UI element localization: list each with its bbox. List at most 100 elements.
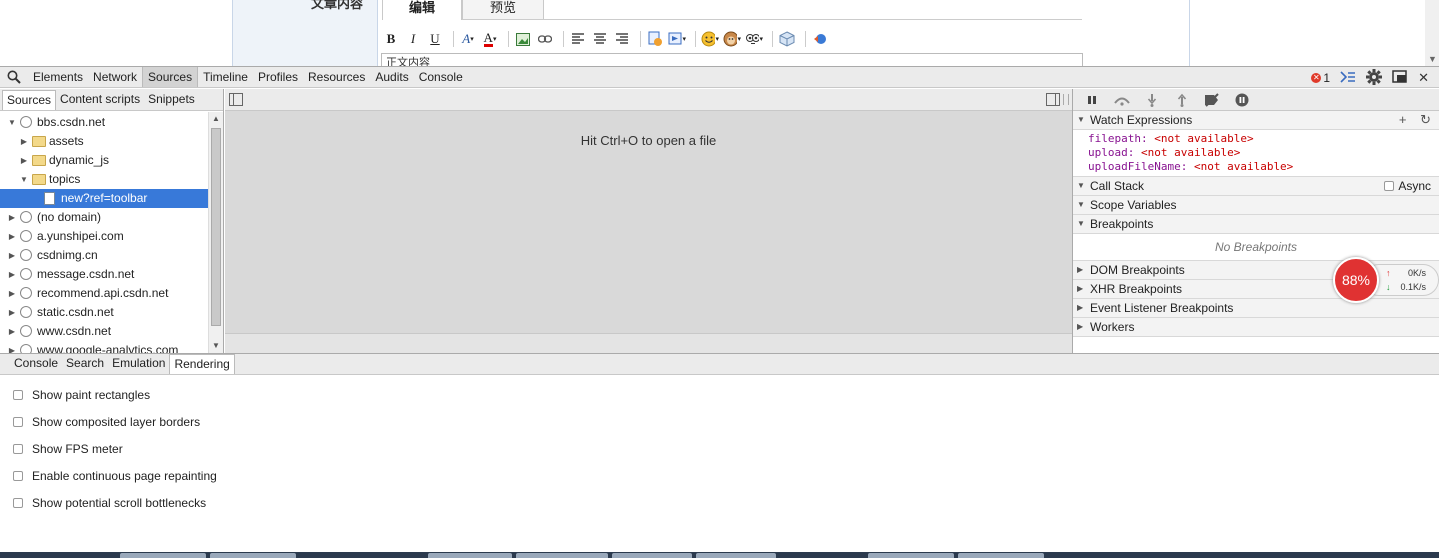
taskbar-button[interactable] <box>210 553 296 558</box>
taskbar-button[interactable] <box>428 553 512 558</box>
page-scrollbar[interactable]: ▼ <box>1425 0 1439 66</box>
emoji-monkey-icon[interactable]: ▾ <box>723 30 741 48</box>
align-right-icon[interactable] <box>613 30 631 48</box>
option-scroll-bottlenecks[interactable]: Show potential scroll bottlenecks <box>13 495 206 511</box>
resize-grip-icon[interactable] <box>1063 94 1069 105</box>
step-over-icon[interactable] <box>1111 92 1133 108</box>
taskbar-button[interactable] <box>612 553 692 558</box>
step-into-icon[interactable] <box>1141 92 1163 108</box>
tree-domain[interactable]: ▶ (no domain) <box>0 208 208 227</box>
expanded-triangle-icon[interactable]: ▼ <box>19 170 29 189</box>
watch-item[interactable]: upload: <not available> <box>1088 146 1439 160</box>
watch-item[interactable]: uploadFileName: <not available> <box>1088 160 1439 174</box>
deactivate-breakpoints-icon[interactable] <box>1201 92 1223 108</box>
checkbox[interactable] <box>13 390 23 400</box>
align-left-icon[interactable] <box>569 30 587 48</box>
watch-expressions-header[interactable]: ▼ Watch Expressions + ↻ <box>1073 111 1439 130</box>
tree-domain[interactable]: ▶ www.google-analytics.com <box>0 341 208 353</box>
emoji-smile-icon[interactable]: ▾ <box>701 30 719 48</box>
async-checkbox[interactable] <box>1384 181 1395 191</box>
scope-variables-header[interactable]: ▼ Scope Variables <box>1073 196 1439 215</box>
collapsed-triangle-icon[interactable]: ▶ <box>7 303 17 322</box>
expanded-triangle-icon[interactable]: ▼ <box>7 113 17 132</box>
drawer-tab-emulation[interactable]: Emulation <box>108 354 169 374</box>
tree-domain[interactable]: ▶ message.csdn.net <box>0 265 208 284</box>
panel-tab-resources[interactable]: Resources <box>303 67 370 87</box>
tree-domain[interactable]: ▶ www.csdn.net <box>0 322 208 341</box>
editor-tab-preview[interactable]: 预览 <box>462 0 544 20</box>
tree-folder[interactable]: ▶ assets <box>0 132 208 151</box>
panel-tab-audits[interactable]: Audits <box>370 67 413 87</box>
tree-domain[interactable]: ▶ a.yunshipei.com <box>0 227 208 246</box>
source-code-icon[interactable] <box>811 30 829 48</box>
font-style-icon[interactable]: A ▾ <box>459 30 477 48</box>
collapsed-triangle-icon[interactable]: ▶ <box>7 227 17 246</box>
attachment-box-icon[interactable] <box>778 30 796 48</box>
bold-icon[interactable]: B <box>382 30 400 48</box>
taskbar-button[interactable] <box>696 553 776 558</box>
error-counter[interactable]: ✕ 1 <box>1311 71 1330 85</box>
editor-tab-edit[interactable]: 编辑 <box>382 0 462 20</box>
scroll-down-icon[interactable]: ▼ <box>212 341 220 350</box>
taskbar-button[interactable] <box>868 553 954 558</box>
option-show-composited-layer-borders[interactable]: Show composited layer borders <box>13 414 200 430</box>
panel-tab-console[interactable]: Console <box>414 67 468 87</box>
toggle-navigator-icon[interactable] <box>229 93 243 106</box>
panel-tab-elements[interactable]: Elements <box>28 67 88 87</box>
option-continuous-repainting[interactable]: Enable continuous page repainting <box>13 468 217 484</box>
dock-side-icon[interactable] <box>1392 69 1408 87</box>
scrollbar-thumb[interactable] <box>211 128 221 326</box>
image-icon[interactable] <box>514 30 532 48</box>
collapsed-triangle-icon[interactable]: ▶ <box>7 284 17 303</box>
option-show-paint-rectangles[interactable]: Show paint rectangles <box>13 387 150 403</box>
emoji-face-icon[interactable]: ▾ <box>745 30 763 48</box>
step-out-icon[interactable] <box>1171 92 1193 108</box>
toggle-debugger-icon[interactable] <box>1046 93 1060 106</box>
navigator-tab-sources[interactable]: Sources <box>2 90 57 110</box>
drawer-tab-rendering[interactable]: Rendering <box>169 354 235 374</box>
tree-domain[interactable]: ▶ csdnimg.cn <box>0 246 208 265</box>
taskbar-button[interactable] <box>516 553 608 558</box>
insert-code-icon[interactable] <box>646 30 664 48</box>
taskbar-button[interactable] <box>958 553 1044 558</box>
checkbox[interactable] <box>13 498 23 508</box>
drawer-tab-console[interactable]: Console <box>10 354 62 374</box>
navigator-tab-content-scripts[interactable]: Content scripts <box>56 90 144 110</box>
workers-header[interactable]: ▶ Workers <box>1073 318 1439 337</box>
panel-tab-network[interactable]: Network <box>88 67 142 87</box>
panel-tab-sources[interactable]: Sources <box>142 67 199 87</box>
tree-domain[interactable]: ▼ bbs.csdn.net <box>0 113 208 132</box>
collapsed-triangle-icon[interactable]: ▶ <box>7 322 17 341</box>
insert-media-icon[interactable]: ▾ <box>668 30 686 48</box>
editor-content-area[interactable]: 正文内容 <box>381 53 1083 66</box>
italic-icon[interactable]: I <box>404 30 422 48</box>
panel-tab-profiles[interactable]: Profiles <box>253 67 303 87</box>
collapsed-triangle-icon[interactable]: ▶ <box>7 341 17 353</box>
link-icon[interactable] <box>536 30 554 48</box>
underline-icon[interactable]: U <box>426 30 444 48</box>
memory-usage-ball[interactable]: 88% <box>1333 257 1379 303</box>
tree-folder[interactable]: ▼ topics <box>0 170 208 189</box>
font-color-icon[interactable]: A ▾ <box>481 30 499 48</box>
tree-domain[interactable]: ▶ recommend.api.csdn.net <box>0 284 208 303</box>
collapsed-triangle-icon[interactable]: ▶ <box>7 265 17 284</box>
panel-tab-timeline[interactable]: Timeline <box>198 67 253 87</box>
tree-file[interactable]: new?ref=toolbar <box>0 189 208 208</box>
scroll-up-icon[interactable]: ▲ <box>212 114 220 123</box>
pause-on-exceptions-icon[interactable] <box>1231 92 1253 108</box>
pause-icon[interactable] <box>1081 92 1103 108</box>
scroll-down-icon[interactable]: ▼ <box>1428 54 1437 64</box>
collapsed-triangle-icon[interactable]: ▶ <box>7 208 17 227</box>
checkbox[interactable] <box>13 444 23 454</box>
taskbar-button[interactable] <box>120 553 206 558</box>
settings-gear-icon[interactable] <box>1366 68 1383 88</box>
drawer-tab-search[interactable]: Search <box>62 354 108 374</box>
collapsed-triangle-icon[interactable]: ▶ <box>7 246 17 265</box>
navigator-scrollbar[interactable]: ▲ ▼ <box>208 112 223 353</box>
tree-folder[interactable]: ▶ dynamic_js <box>0 151 208 170</box>
tree-domain[interactable]: ▶ static.csdn.net <box>0 303 208 322</box>
collapsed-triangle-icon[interactable]: ▶ <box>19 132 29 151</box>
add-watch-icon[interactable]: + <box>1399 112 1407 127</box>
breakpoints-header[interactable]: ▼ Breakpoints <box>1073 215 1439 234</box>
inspect-search-icon[interactable] <box>0 67 28 87</box>
